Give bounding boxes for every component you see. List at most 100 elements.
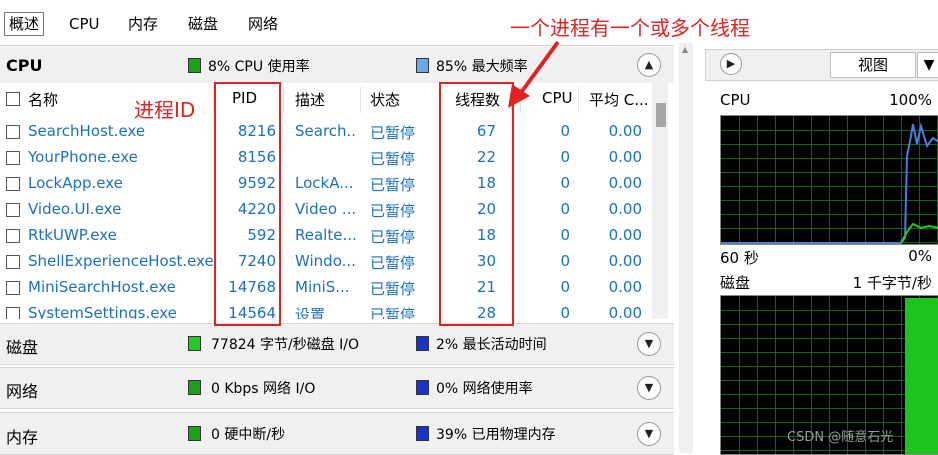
disk-active-text: 2% 最长活动时间 (436, 337, 547, 353)
row-checkbox[interactable] (6, 177, 20, 191)
cell-status: 已暂停 (370, 124, 416, 142)
sort-arrow-icon: ⌃ (393, 83, 401, 90)
table-row[interactable]: YourPhone.exe 8156 已暂停 22 0 0.00 (0, 145, 650, 171)
cpu-section-title: CPU (6, 56, 43, 75)
chevron-down-icon[interactable]: ▼ (637, 422, 661, 446)
tab-network[interactable]: 网络 (248, 13, 278, 35)
scroll-up-icon[interactable]: ▲ (682, 45, 688, 54)
disk-section-header[interactable]: 磁盘 77824 字节/秒磁盘 I/O 2% 最长活动时间 ▼ (0, 323, 674, 365)
cell-name: SystemSettings.exe (28, 304, 177, 319)
cell-desc: Search... (295, 122, 357, 140)
table-row[interactable]: Video.UI.exe 4220 Video ... 已暂停 20 0 0.00 (0, 197, 650, 223)
grid-line (757, 296, 758, 454)
cell-status: 已暂停 (370, 176, 416, 194)
column-divider (578, 87, 579, 113)
column-divider (360, 87, 361, 113)
row-checkbox[interactable] (6, 203, 20, 217)
tab-disk[interactable]: 磁盘 (188, 13, 218, 35)
select-all-checkbox[interactable] (6, 92, 20, 106)
cell-name: YourPhone.exe (28, 148, 138, 166)
cpu-section-header[interactable]: CPU 8% CPU 使用率 85% 最大频率 ▲ (0, 45, 674, 85)
cell-avg: 0.00 (608, 304, 642, 319)
memory-faults-text: 0 硬中断/秒 (211, 427, 286, 443)
cpu-graph-plot (721, 122, 938, 244)
cell-status: 已暂停 (370, 228, 416, 246)
cell-cpu: 0 (560, 122, 570, 140)
network-usage-text: 0% 网络使用率 (436, 381, 533, 397)
row-checkbox[interactable] (6, 255, 20, 269)
cell-name: SearchHost.exe (28, 122, 146, 140)
cell-desc: Windo... (295, 252, 356, 270)
cell-status: 已暂停 (370, 150, 416, 168)
row-checkbox[interactable] (6, 307, 20, 319)
cell-desc: 设置 (295, 306, 326, 319)
disk-activity-fill (905, 298, 938, 454)
cell-avg: 0.00 (608, 122, 642, 140)
cpu-graph-min: 0% (908, 247, 932, 265)
cpu-graph-label: CPU (720, 91, 751, 109)
cell-desc: Video ... (295, 200, 357, 218)
row-checkbox[interactable] (6, 151, 20, 165)
outer-scrollbar[interactable]: ▲ (679, 43, 693, 453)
cell-avg: 0.00 (608, 174, 642, 192)
cell-avg: 0.00 (608, 148, 642, 166)
memory-faults-indicator (188, 426, 201, 441)
grid-line (775, 296, 776, 454)
table-row[interactable]: MiniSearchHost.exe 14768 MiniS... 已暂停 21 0 0.0… (0, 275, 650, 301)
table-row[interactable]: SearchHost.exe 8216 Search... 已暂停 67 0 0.00 (0, 119, 650, 145)
cpu-usage-indicator (188, 58, 201, 73)
cell-cpu: 0 (560, 226, 570, 244)
row-checkbox[interactable] (6, 229, 20, 243)
annotation-arrow (508, 40, 560, 108)
scrollbar-thumb[interactable] (656, 103, 666, 127)
vertical-scrollbar[interactable] (652, 83, 668, 319)
cell-status: 已暂停 (370, 306, 416, 319)
cell-name: LockApp.exe (28, 174, 123, 192)
tab-memory[interactable]: 内存 (128, 13, 158, 35)
cell-cpu: 0 (560, 252, 570, 270)
chevron-down-icon[interactable]: ▼ (637, 376, 661, 400)
network-usage-indicator (416, 380, 429, 395)
watermark: CSDN @随意石光 (787, 430, 894, 445)
view-button[interactable]: 视图 (830, 52, 916, 78)
table-row[interactable]: SystemSettings.exe 14564 设置 已暂停 28 0 0.00 (0, 301, 650, 319)
cell-status: 已暂停 (370, 280, 416, 298)
chevron-down-icon[interactable]: ▼ (637, 332, 661, 356)
cell-name: ShellExperienceHost.exe (28, 252, 213, 270)
cell-cpu: 0 (560, 304, 570, 319)
chevron-up-icon[interactable]: ▲ (637, 53, 661, 77)
network-io-text: 0 Kbps 网络 I/O (211, 381, 316, 397)
cell-desc: MiniS... (295, 278, 350, 296)
cell-avg: 0.00 (608, 278, 642, 296)
cpu-usage-text: 8% CPU 使用率 (208, 59, 310, 75)
memory-section-title: 内存 (6, 428, 39, 447)
memory-phys-indicator (416, 426, 429, 441)
cell-name: RtkUWP.exe (28, 226, 117, 244)
row-checkbox[interactable] (6, 281, 20, 295)
grid-line (739, 296, 740, 454)
table-row[interactable]: RtkUWP.exe 592 Realte... 已暂停 18 0 0.00 (0, 223, 650, 249)
network-section-title: 网络 (6, 382, 39, 401)
network-section-header[interactable]: 网络 0 Kbps 网络 I/O 0% 网络使用率 ▼ (0, 367, 674, 409)
table-row[interactable]: ShellExperienceHost.exe 7240 Windo... 已暂停 30… (0, 249, 650, 275)
cpu-freq-indicator (416, 58, 429, 73)
disk-graph-max: 1 千字节/秒 (852, 274, 932, 292)
chevron-right-icon[interactable]: ▶ (720, 53, 742, 75)
header-description[interactable]: 描述 (295, 89, 325, 110)
graph-panel: ▶ 视图 ▼ CPU 100% 60 秒 0% 磁盘 1 千字节/秒 (700, 43, 938, 455)
tab-overview[interactable]: 概述 (4, 12, 45, 36)
header-name[interactable]: 名称 (28, 89, 58, 110)
row-checkbox[interactable] (6, 125, 20, 139)
view-dropdown-icon[interactable]: ▼ (917, 52, 938, 78)
memory-section-header[interactable]: 内存 0 硬中断/秒 39% 已用物理内存 ▼ (0, 412, 674, 455)
tab-cpu[interactable]: CPU (69, 13, 100, 35)
cell-avg: 0.00 (608, 226, 642, 244)
header-status[interactable]: 状态 (370, 89, 400, 110)
cell-name: Video.UI.exe (28, 200, 122, 218)
grid-line (901, 296, 902, 454)
cell-status: 已暂停 (370, 254, 416, 272)
network-io-indicator (188, 380, 201, 395)
table-row[interactable]: LockApp.exe 9592 LockA... 已暂停 18 0 0.00 (0, 171, 650, 197)
cpu-graph-max: 100% (889, 91, 932, 109)
header-avg-cpu[interactable]: 平均 C... (589, 89, 649, 110)
